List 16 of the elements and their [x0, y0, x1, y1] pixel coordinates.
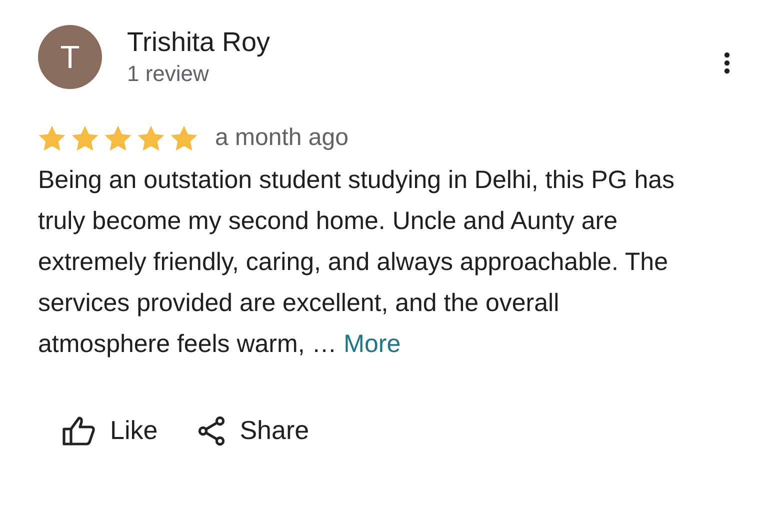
review-date: a month ago: [215, 124, 348, 152]
share-icon: [198, 416, 226, 446]
review-text: Being an outstation student studying in Delhi, this PG has truly become my second home. Uncle and Aunty are extremely friendly, caring, and always approachable. The services provided are excellent, and the overall atmosphere feels warm, … More: [38, 165, 676, 360]
star-icon: [170, 124, 198, 152]
star-icon: [104, 124, 132, 152]
star-icon: [137, 124, 165, 152]
thumbs-up-icon: [62, 416, 96, 446]
review-count: 1 review: [127, 60, 210, 88]
avatar[interactable]: T: [38, 25, 102, 89]
more-options-icon[interactable]: [723, 51, 731, 75]
star-icon: [38, 124, 66, 152]
share-button[interactable]: Share: [198, 415, 310, 446]
reviewer-name[interactable]: Trishita Roy: [127, 25, 723, 59]
star-icon: [71, 124, 99, 152]
like-button[interactable]: Like: [62, 415, 158, 446]
more-link[interactable]: More: [344, 330, 401, 358]
